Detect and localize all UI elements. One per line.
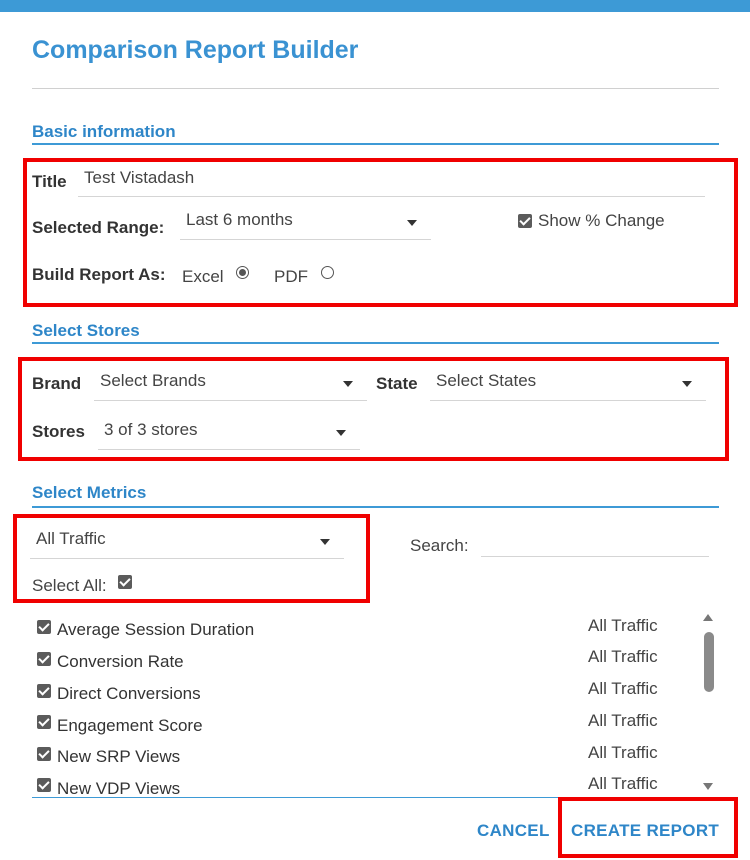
- search-label: Search:: [410, 536, 469, 555]
- metric-category: All Traffic: [588, 616, 658, 635]
- state-select[interactable]: Select States: [430, 369, 706, 401]
- metric-checkbox[interactable]: [37, 747, 51, 761]
- state-select-value: Select States: [436, 371, 537, 390]
- scroll-up-icon[interactable]: [703, 614, 713, 621]
- metric-name: New SRP Views: [57, 747, 181, 766]
- metric-name: Conversion Rate: [57, 652, 184, 671]
- metric-name: New VDP Views: [57, 779, 181, 798]
- metric-category-select[interactable]: All Traffic: [30, 527, 344, 559]
- show-change-label: Show % Change: [538, 211, 665, 230]
- chevron-down-icon: [407, 220, 417, 226]
- pdf-radio[interactable]: [321, 266, 334, 279]
- excel-radio[interactable]: [236, 266, 249, 279]
- metric-checkbox[interactable]: [37, 715, 51, 729]
- title-label: Title: [32, 172, 67, 191]
- metric-checkbox[interactable]: [37, 652, 51, 666]
- brand-label: Brand: [32, 374, 82, 393]
- state-label: State: [376, 374, 418, 393]
- range-select[interactable]: Last 6 months: [180, 208, 431, 240]
- title-divider: [32, 88, 719, 89]
- title-input[interactable]: Test Vistadash: [78, 166, 705, 197]
- range-select-value: Last 6 months: [186, 210, 293, 229]
- select-all-label: Select All:: [32, 576, 107, 595]
- chevron-down-icon: [320, 539, 330, 545]
- range-label: Selected Range:: [32, 218, 165, 237]
- chevron-down-icon: [682, 381, 692, 387]
- brand-select[interactable]: Select Brands: [94, 369, 367, 401]
- metric-checkbox[interactable]: [37, 620, 51, 634]
- scroll-down-icon[interactable]: [703, 783, 713, 790]
- metric-checkbox[interactable]: [37, 778, 51, 792]
- metric-category: All Traffic: [588, 774, 658, 793]
- dialog-top-bar: [0, 0, 750, 12]
- section-basic-heading: Basic information: [32, 122, 176, 141]
- cancel-button[interactable]: CANCEL: [477, 821, 550, 841]
- metric-checkbox[interactable]: [37, 684, 51, 698]
- show-change-checkbox[interactable]: [518, 214, 532, 228]
- stores-select[interactable]: 3 of 3 stores: [98, 418, 360, 450]
- chevron-down-icon: [343, 381, 353, 387]
- section-metrics-heading: Select Metrics: [32, 483, 147, 502]
- section-metrics-rule: [32, 506, 719, 508]
- metric-category-value: All Traffic: [36, 529, 106, 548]
- select-all-checkbox[interactable]: [118, 575, 132, 589]
- metric-category: All Traffic: [588, 647, 658, 666]
- search-input[interactable]: [481, 528, 709, 557]
- metric-name: Engagement Score: [57, 716, 203, 735]
- metric-category: All Traffic: [588, 711, 658, 730]
- metric-name: Average Session Duration: [57, 620, 255, 639]
- section-stores-rule: [32, 342, 719, 344]
- pdf-label: PDF: [274, 267, 308, 286]
- build-label: Build Report As:: [32, 265, 166, 284]
- stores-select-value: 3 of 3 stores: [104, 420, 198, 439]
- section-basic-rule: [32, 143, 719, 145]
- title-input-value: Test Vistadash: [84, 168, 195, 187]
- chevron-down-icon: [336, 430, 346, 436]
- dialog-title: Comparison Report Builder: [32, 36, 359, 64]
- excel-label: Excel: [182, 267, 224, 286]
- brand-select-value: Select Brands: [100, 371, 206, 390]
- metric-name: Direct Conversions: [57, 684, 201, 703]
- metric-category: All Traffic: [588, 679, 658, 698]
- section-stores-heading: Select Stores: [32, 321, 140, 340]
- scrollbar-thumb[interactable]: [704, 632, 714, 692]
- metric-category: All Traffic: [588, 743, 658, 762]
- create-report-button[interactable]: CREATE REPORT: [571, 821, 719, 841]
- stores-label: Stores: [32, 422, 85, 441]
